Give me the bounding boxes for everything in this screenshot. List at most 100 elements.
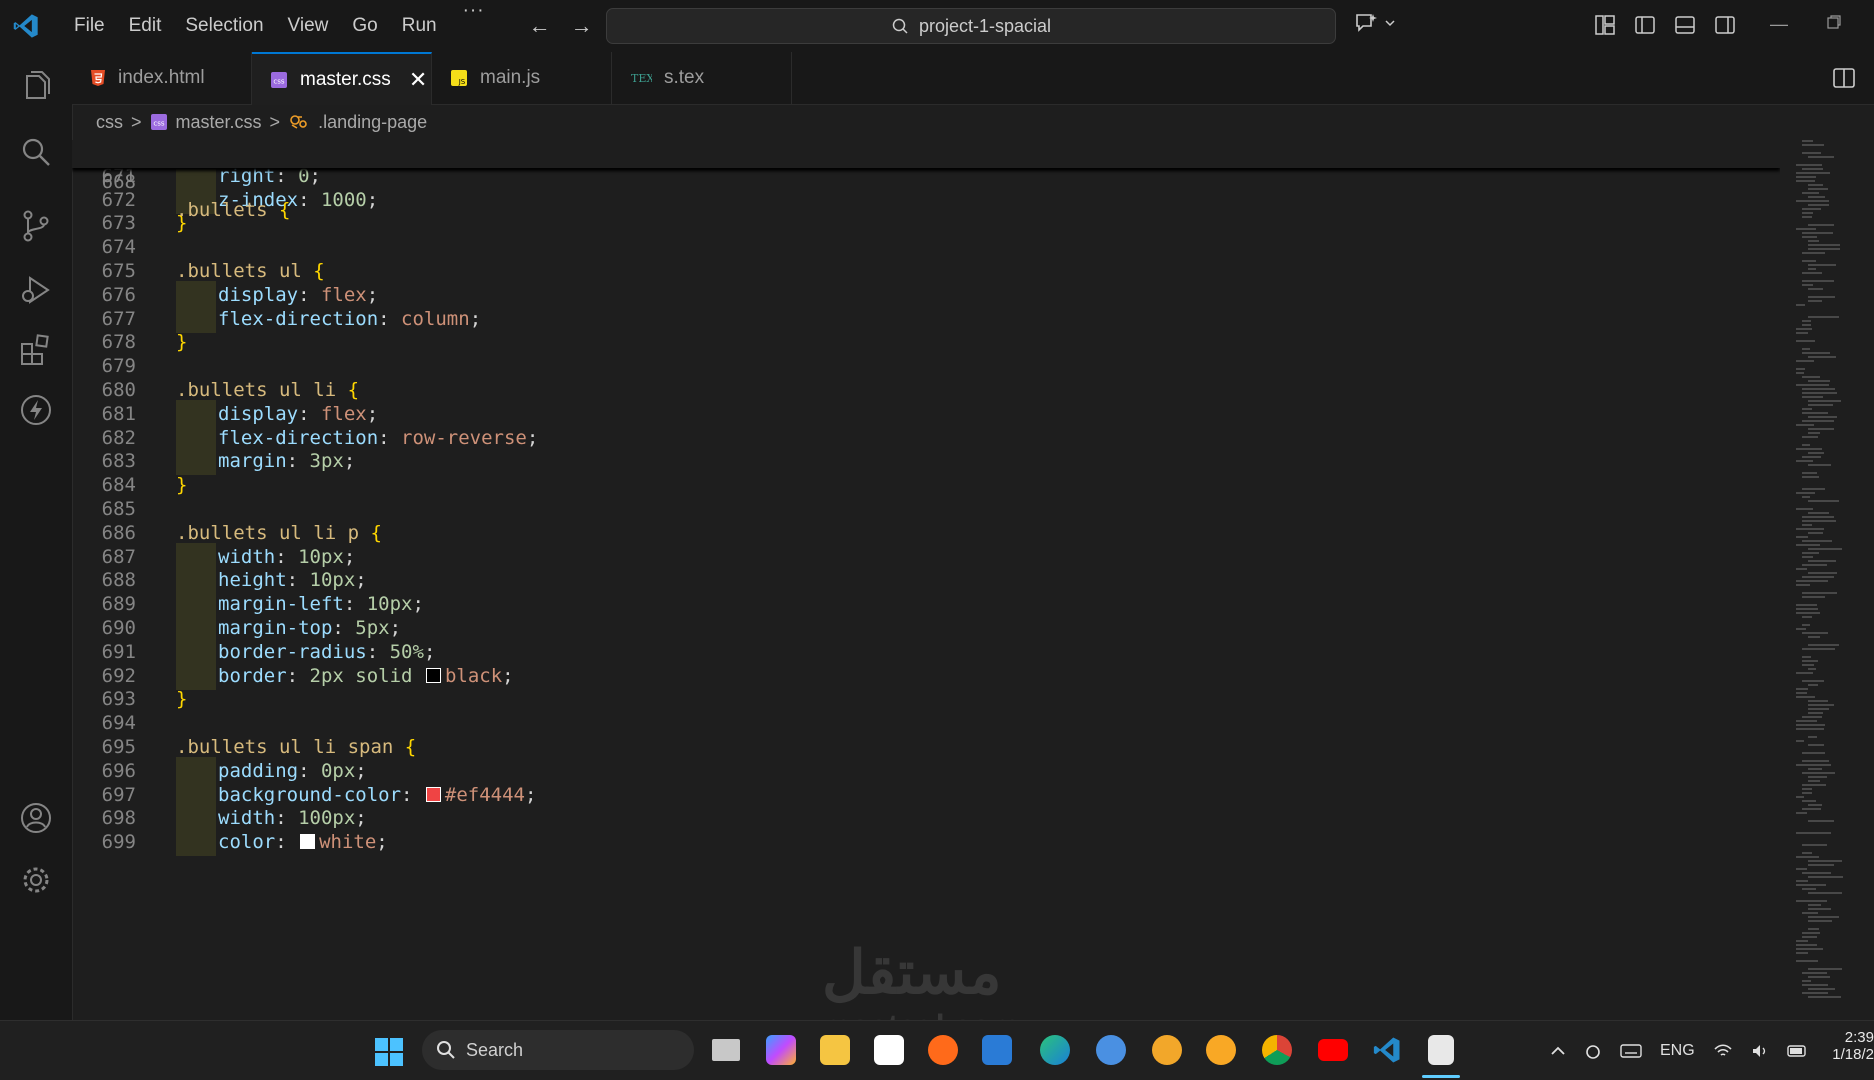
settings-gear-icon[interactable] (18, 862, 54, 898)
minimap-line (1802, 320, 1811, 322)
minimap-line (1802, 660, 1818, 662)
minimap-line (1796, 940, 1808, 942)
volume-icon[interactable] (1751, 1043, 1769, 1059)
minimap-line (1802, 140, 1813, 142)
chrome-canary-icon[interactable] (1206, 1035, 1236, 1065)
chat-icon (1356, 14, 1377, 32)
clock[interactable]: 2:39 1/18/2 (1818, 1029, 1874, 1063)
menu-edit[interactable]: Edit (117, 0, 174, 52)
snipping-tool-icon[interactable] (1428, 1035, 1454, 1065)
chromium-icon[interactable] (1096, 1035, 1126, 1065)
breadcrumb-folder[interactable]: css (96, 112, 123, 133)
minimap-line (1808, 184, 1823, 186)
search-icon (437, 1041, 455, 1059)
microsoft-store-icon[interactable] (874, 1035, 904, 1065)
lightning-icon[interactable] (18, 392, 54, 428)
minimap-line (1808, 976, 1830, 978)
minimap-line (1808, 904, 1821, 906)
minimap-line (1808, 768, 1822, 770)
tab-index-html[interactable]: index.html (72, 52, 252, 104)
outlook-icon[interactable] (982, 1035, 1012, 1065)
tab-main-js[interactable]: JS main.js (432, 52, 612, 104)
minimap-line (1802, 232, 1833, 234)
file-explorer-icon[interactable] (820, 1035, 850, 1065)
minimap-line (1802, 808, 1821, 810)
minimap-line (1796, 360, 1814, 362)
chrome-icon[interactable] (1262, 1035, 1292, 1065)
breadcrumb-symbol[interactable]: .landing-page (318, 112, 427, 133)
code-line[interactable]: 699 color: white; (72, 828, 1780, 857)
run-debug-icon[interactable] (18, 272, 54, 308)
wifi-icon[interactable] (1713, 1043, 1733, 1059)
task-view-icon[interactable] (712, 1039, 740, 1061)
toggle-primary-sidebar-icon[interactable] (1634, 14, 1656, 36)
minimap-line (1796, 176, 1816, 178)
keyboard-icon[interactable] (1620, 1043, 1642, 1059)
minimap-line (1802, 516, 1834, 518)
minimap-line (1802, 972, 1827, 974)
browser-shield-icon[interactable] (1152, 1035, 1182, 1065)
tab-s-tex[interactable]: TEX s.tex (612, 52, 792, 104)
toggle-secondary-sidebar-icon[interactable] (1714, 14, 1736, 36)
extensions-icon[interactable] (18, 332, 54, 368)
menu-file[interactable]: File (62, 0, 117, 52)
minimap-line (1796, 372, 1804, 374)
onedrive-icon[interactable] (1584, 1042, 1602, 1060)
command-center-search[interactable]: project-1-spacial (606, 8, 1336, 44)
toggle-panel-icon[interactable] (1674, 14, 1696, 36)
explorer-icon[interactable] (18, 70, 54, 106)
split-editor-icon[interactable] (1832, 66, 1856, 90)
source-control-icon[interactable] (18, 208, 54, 244)
css-value: 10px (366, 593, 413, 616)
css-property: background-color (218, 783, 402, 806)
vscode-taskbar-icon[interactable] (1372, 1035, 1402, 1065)
minimap-line (1808, 404, 1833, 406)
system-tray: ENG (1550, 1021, 1809, 1080)
minimap-line (1796, 764, 1831, 766)
edge-icon[interactable] (1040, 1035, 1070, 1065)
minimap-line (1808, 668, 1816, 670)
menu-run[interactable]: Run (390, 0, 449, 52)
language-indicator[interactable]: ENG (1660, 1042, 1695, 1060)
css-property: right (218, 164, 276, 187)
css-property: color (218, 831, 276, 854)
copilot-icon[interactable] (766, 1035, 796, 1065)
menu-go[interactable]: Go (340, 0, 389, 52)
youtube-icon[interactable] (1318, 1039, 1348, 1061)
restore-button[interactable] (1826, 14, 1842, 30)
sticky-scroll-line[interactable]: 668 .bullets { (72, 140, 1780, 221)
minimap-line (1796, 960, 1818, 962)
taskbar-search[interactable]: Search (422, 1030, 694, 1070)
breadcrumb-file[interactable]: master.css (176, 112, 262, 133)
minimap-line (1802, 352, 1830, 354)
minimap-line (1802, 632, 1828, 634)
tab-master-css[interactable]: css master.css ✕ (252, 52, 432, 105)
menu-more-button[interactable]: ··· (449, 0, 499, 52)
chat-button[interactable] (1354, 12, 1396, 34)
forward-arrow-icon[interactable]: → (571, 13, 593, 39)
minimize-button[interactable]: — (1770, 14, 1788, 35)
minimap-line (1802, 784, 1826, 786)
battery-icon[interactable] (1786, 1044, 1809, 1058)
active-app-indicator (1422, 1075, 1460, 1078)
customize-layout-icon[interactable] (1594, 14, 1616, 36)
minimap-line (1796, 172, 1830, 174)
account-icon[interactable] (18, 800, 54, 836)
search-icon[interactable] (18, 134, 54, 170)
tab-label: main.js (480, 67, 541, 88)
menu-view[interactable]: View (276, 0, 341, 52)
minimap-line (1796, 884, 1826, 886)
editor-tabs: index.html css master.css ✕ JS main.js T… (72, 52, 1874, 105)
code-editor[interactable]: 668 .bullets { 670top: 50%;671right: 0;6… (72, 140, 1780, 1020)
minimap-line (1796, 528, 1824, 530)
soundcloud-icon[interactable] (928, 1035, 958, 1065)
back-arrow-icon[interactable]: ← (529, 13, 551, 39)
close-icon[interactable]: ✕ (409, 67, 427, 93)
minimap[interactable] (1782, 140, 1874, 1020)
svg-text:css: css (273, 77, 284, 85)
menu-selection[interactable]: Selection (173, 0, 275, 52)
windows-start-icon[interactable] (374, 1037, 404, 1067)
minimap-line (1802, 936, 1817, 938)
chevron-up-icon[interactable] (1550, 1045, 1566, 1057)
vscode-logo-icon[interactable] (12, 12, 40, 40)
